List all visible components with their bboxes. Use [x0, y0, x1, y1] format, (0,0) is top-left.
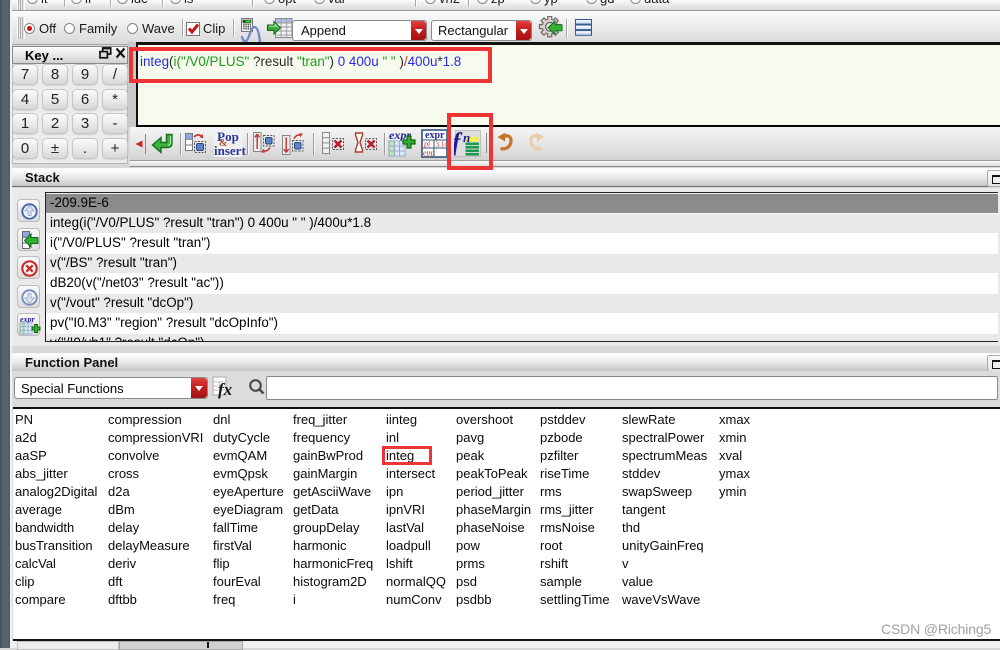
svg-text:pi: pi: [423, 140, 430, 149]
svg-text:epp: epp: [423, 149, 435, 158]
svg-text:expr: expr: [20, 315, 36, 324]
svg-text:fx: fx: [218, 380, 233, 399]
